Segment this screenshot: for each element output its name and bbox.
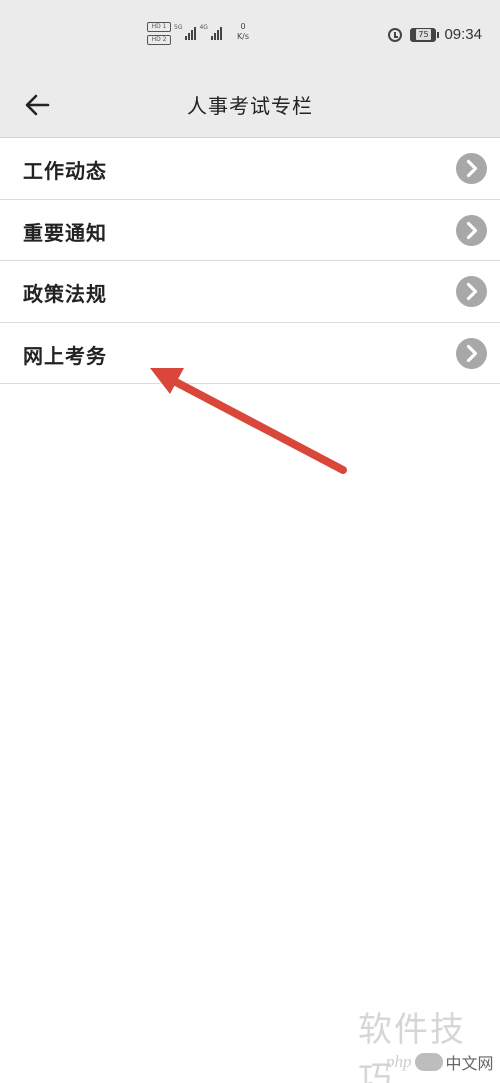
watermark-logo-badge xyxy=(414,1053,443,1071)
chevron-right-icon xyxy=(456,153,487,184)
app-header: 人事考试专栏 xyxy=(0,72,500,138)
menu-item-work-news[interactable]: 工作动态 xyxy=(0,138,500,200)
sim2-network-type: 4G xyxy=(199,24,208,31)
page-title: 人事考试专栏 xyxy=(187,94,313,118)
menu-item-label: 重要通知 xyxy=(23,220,107,245)
network-speed-value: 0 xyxy=(240,22,246,31)
chevron-right-icon xyxy=(456,276,487,307)
sim1-hd-badge: HD 1 xyxy=(147,22,171,32)
menu-item-online-exam-affairs[interactable]: 网上考务 xyxy=(0,322,500,384)
signal-indicators: HD 1 HD 2 5G 4G xyxy=(147,22,222,45)
status-right-group: 75 09:34 xyxy=(388,26,482,43)
watermark-logo-suffix: 中文网 xyxy=(445,1054,494,1073)
menu-list: 工作动态 重要通知 政策法规 网上考务 xyxy=(0,138,500,384)
signal-icon xyxy=(185,26,197,40)
signal-icon-2 xyxy=(210,26,222,40)
sim2-hd-badge: HD 2 xyxy=(147,35,171,45)
network-speed-unit: K/s xyxy=(236,32,250,41)
menu-item-policies[interactable]: 政策法规 xyxy=(0,261,500,323)
watermark-logo-text: php xyxy=(386,1052,412,1071)
sim1-network-type: 5G xyxy=(174,24,183,31)
menu-item-label: 政策法规 xyxy=(23,282,107,306)
network-speed: 0 K/s xyxy=(233,22,253,42)
chevron-right-icon xyxy=(456,214,487,246)
chevron-right-icon xyxy=(456,337,487,369)
watermark-logo: php 中文网 xyxy=(386,1050,494,1074)
menu-item-label: 网上考务 xyxy=(23,343,107,368)
alarm-icon xyxy=(388,27,403,42)
menu-item-label: 工作动态 xyxy=(23,159,107,183)
menu-item-important-notices[interactable]: 重要通知 xyxy=(0,199,500,261)
battery-icon: 75 xyxy=(410,27,440,42)
status-bar: HD 1 HD 2 5G 4G 0 K/s 75 09:34 xyxy=(0,0,500,72)
battery-level: 75 xyxy=(416,28,431,40)
status-time: 09:34 xyxy=(444,26,482,43)
